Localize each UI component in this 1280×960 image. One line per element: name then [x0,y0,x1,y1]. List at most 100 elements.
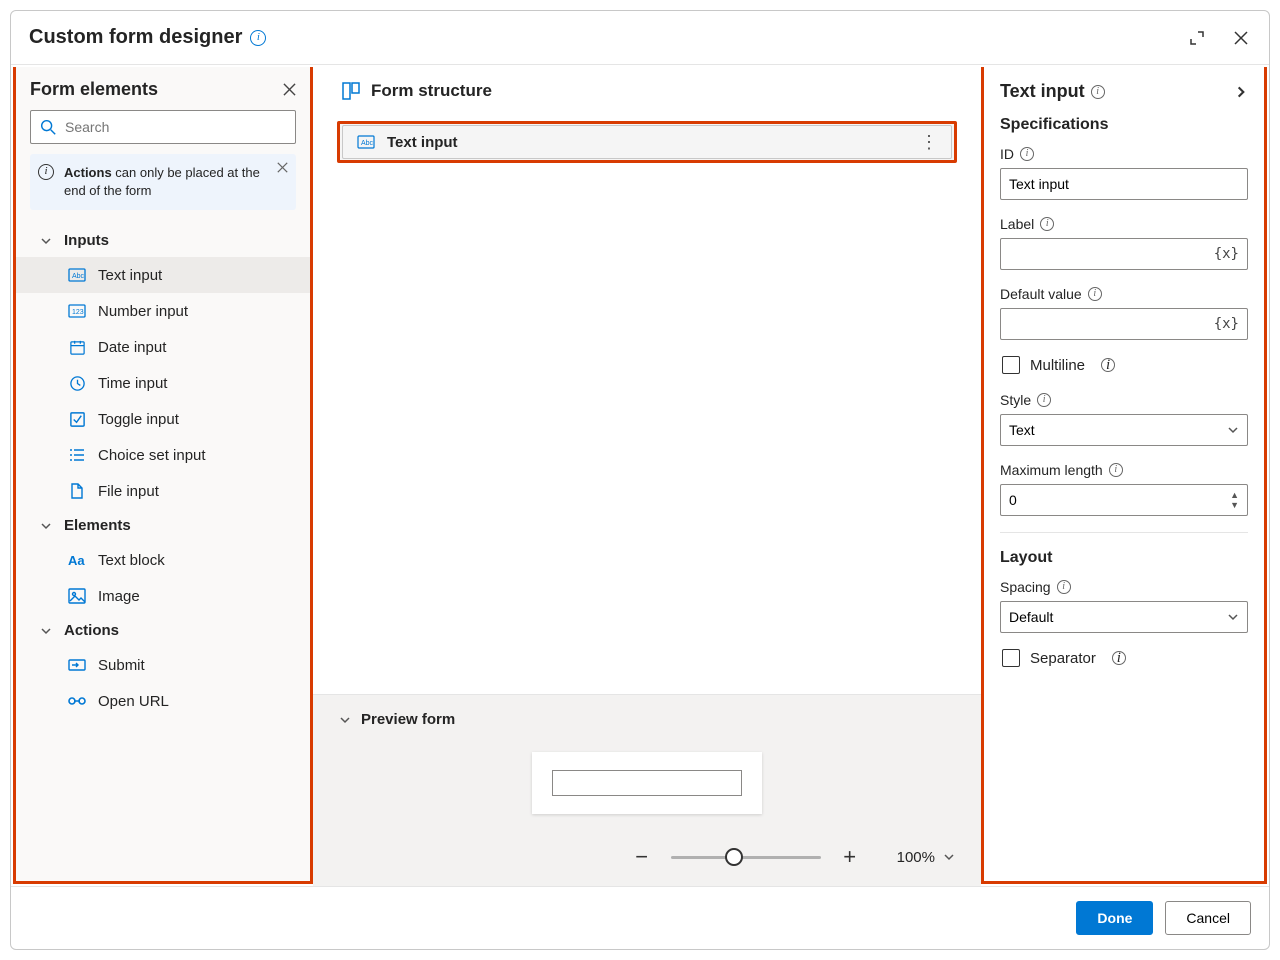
stepper-down-icon[interactable]: ▼ [1230,501,1239,509]
fx-button[interactable]: {x} [1214,246,1239,262]
text-input-icon: Abc [357,135,375,149]
zoom-thumb[interactable] [725,848,743,866]
spacing-field: Spacingi Default [1000,579,1248,633]
chevron-right-icon[interactable] [1234,85,1248,99]
separator-checkbox[interactable] [1002,649,1020,667]
item-toggle-input[interactable]: Toggle input [16,401,310,437]
label-field: Labeli {x} [1000,216,1248,270]
item-text-input[interactable]: Abc Text input [16,257,310,293]
notice-dismiss-icon[interactable] [277,162,288,173]
item-time-input[interactable]: Time input [16,365,310,401]
layout-section-title: Layout [1000,549,1248,567]
chevron-down-icon [943,851,955,863]
chevron-down-icon [1227,424,1239,436]
title-actions [1187,28,1251,48]
search-wrap [16,110,310,154]
done-button[interactable]: Done [1076,901,1153,935]
group-actions[interactable]: Actions [16,614,310,647]
multiline-checkbox-row: Multiline i [1002,356,1248,374]
form-elements-panel: Form elements i Actions can only be plac… [13,67,313,884]
form-elements-header: Form elements [16,67,310,110]
item-choice-set-input[interactable]: Choice set input [16,437,310,473]
info-icon[interactable]: i [1037,393,1051,407]
cancel-button[interactable]: Cancel [1165,901,1251,935]
fx-button[interactable]: {x} [1214,316,1239,332]
chevron-down-icon [337,712,353,728]
specifications-section-title: Specifications [1000,116,1248,134]
title-bar: Custom form designer i [11,11,1269,65]
multiline-checkbox[interactable] [1002,356,1020,374]
center-panel: Form structure Abc Text input ⋮ Preview … [313,65,981,886]
notice-info-icon: i [38,164,54,180]
maximize-icon[interactable] [1187,28,1207,48]
spacing-select[interactable]: Default [1000,601,1248,633]
style-select[interactable]: Text [1000,414,1248,446]
zoom-out-button[interactable]: − [631,844,653,870]
preview-canvas [333,742,961,844]
chevron-down-icon [38,233,54,249]
item-date-input[interactable]: Date input [16,329,310,365]
svg-text:123: 123 [72,309,84,316]
window-title: Custom form designer [29,26,242,49]
default-value-input[interactable] [1009,316,1214,332]
info-icon[interactable]: i [1040,217,1054,231]
file-icon [68,482,86,500]
preview-header[interactable]: Preview form [333,705,961,742]
properties-title: Text input [1000,81,1085,102]
info-icon[interactable]: i [250,30,266,46]
form-designer-window: Custom form designer i Form elements [10,10,1270,950]
structure-body: Abc Text input ⋮ [313,111,981,173]
zoom-slider[interactable] [671,856,821,859]
clock-icon [68,374,86,392]
form-structure-header: Form structure [313,65,981,111]
search-icon [39,118,57,136]
info-icon[interactable]: i [1057,580,1071,594]
form-structure-title: Form structure [371,81,492,101]
item-submit[interactable]: Submit [16,647,310,683]
max-length-input[interactable]: ▲▼ [1000,484,1248,516]
item-open-url[interactable]: Open URL [16,683,310,719]
calendar-icon [68,338,86,356]
structure-icon [341,81,361,101]
info-icon[interactable]: i [1112,651,1126,665]
window-body: Form elements i Actions can only be plac… [11,65,1269,886]
text-input-icon: Abc [68,266,86,284]
search-input[interactable] [65,119,287,135]
separator-checkbox-row: Separator i [1002,649,1248,667]
structure-row-label: Text input [387,134,458,151]
item-file-input[interactable]: File input [16,473,310,509]
info-icon[interactable]: i [1091,85,1105,99]
item-image[interactable]: Image [16,578,310,614]
stepper-up-icon[interactable]: ▲ [1230,491,1239,499]
item-number-input[interactable]: 123 Number input [16,293,310,329]
id-field: IDi [1000,146,1248,200]
chevron-down-icon [1227,611,1239,623]
panel-close-icon[interactable] [283,83,296,96]
zoom-dropdown[interactable]: 100% [897,849,955,866]
structure-row-text-input[interactable]: Abc Text input ⋮ [337,121,957,163]
form-elements-title: Form elements [30,79,158,100]
info-icon[interactable]: i [1101,358,1115,372]
search-box[interactable] [30,110,296,144]
more-icon[interactable]: ⋮ [920,132,937,153]
notice-actions-placement: i Actions can only be placed at the end … [30,154,296,210]
zoom-in-button[interactable]: + [839,844,861,870]
link-icon [68,692,86,710]
item-text-block[interactable]: Aa Text block [16,542,310,578]
info-icon[interactable]: i [1020,147,1034,161]
info-icon[interactable]: i [1088,287,1102,301]
style-field: Stylei Text [1000,392,1248,446]
chevron-down-icon [38,623,54,639]
checkbox-icon [68,410,86,428]
info-icon[interactable]: i [1109,463,1123,477]
preview-card [532,752,762,814]
close-icon[interactable] [1231,28,1251,48]
preview-text-input[interactable] [552,770,742,796]
text-block-icon: Aa [68,551,86,569]
group-inputs[interactable]: Inputs [16,224,310,257]
group-elements[interactable]: Elements [16,509,310,542]
zoom-bar: − + 100% [333,844,961,870]
image-icon [68,587,86,605]
id-input[interactable] [1009,176,1239,192]
label-input[interactable] [1009,246,1214,262]
